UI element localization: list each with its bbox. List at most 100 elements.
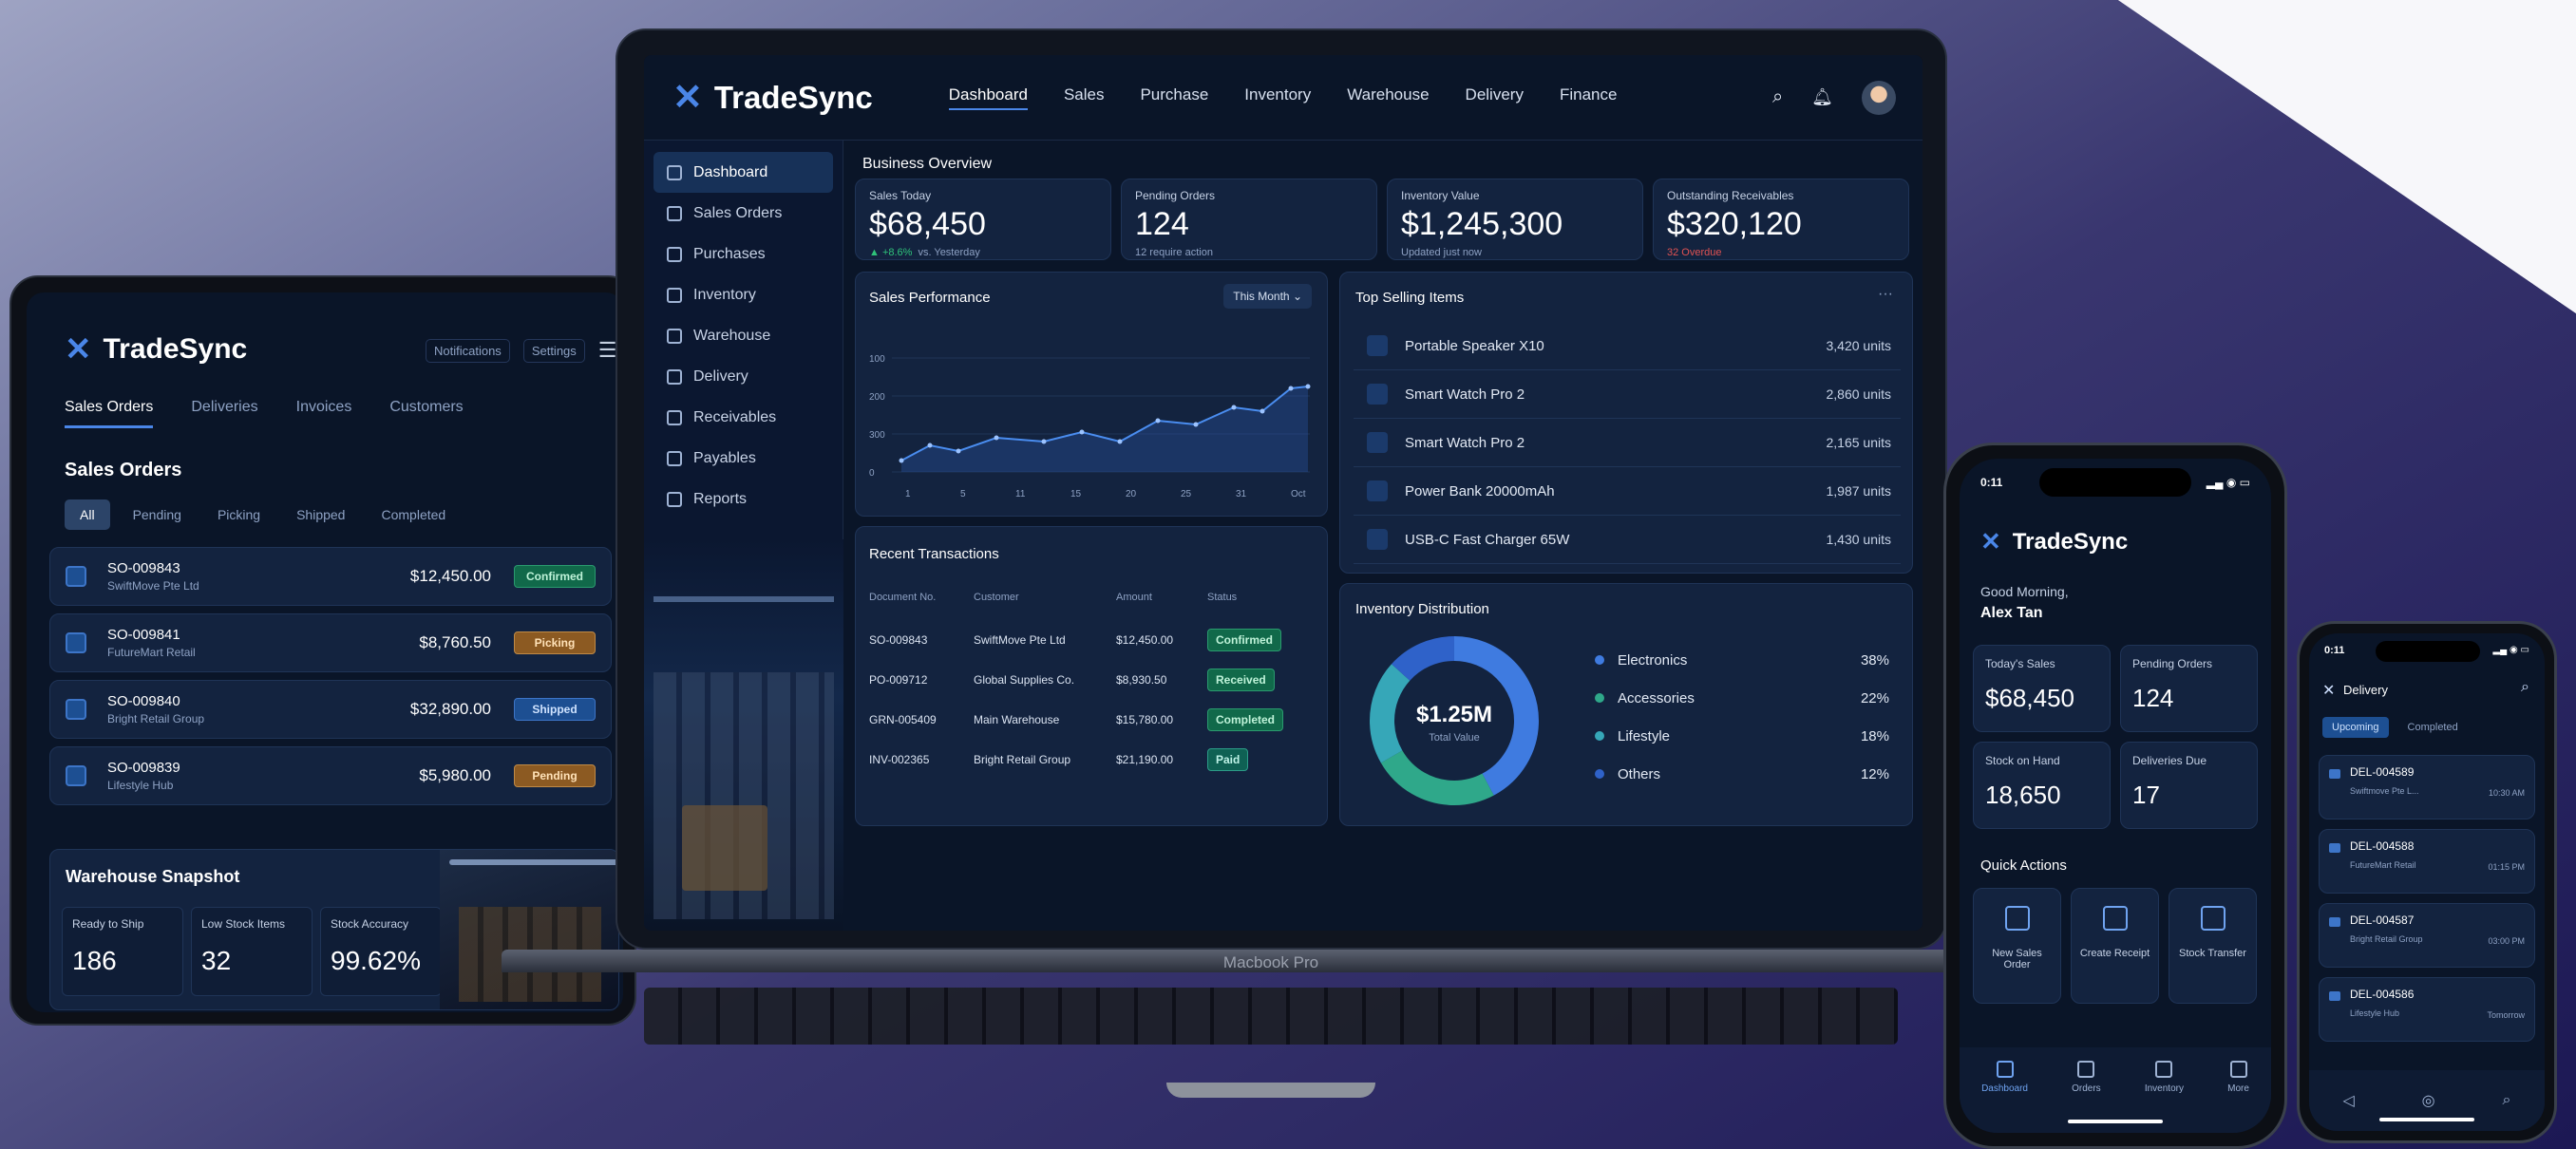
order-id: SO-009840: [107, 693, 180, 709]
notifications-button[interactable]: Notifications: [426, 338, 510, 363]
sidebar-item-label: Reports: [693, 490, 748, 507]
sidebar-item-payables[interactable]: Payables: [644, 438, 843, 479]
kpi-label: Pending Orders: [1135, 189, 1216, 202]
table-row[interactable]: SO-009843 SwiftMove Pte Ltd $12,450.00 Conf…: [869, 620, 1316, 660]
sidebar-item-receivables[interactable]: Receivables: [644, 397, 843, 438]
quick-action-label: Stock Transfer: [2179, 948, 2246, 959]
stat-value: 186: [72, 946, 117, 975]
nav-warehouse[interactable]: Warehouse: [1347, 85, 1429, 110]
sidebar-item-dashboard[interactable]: Dashboard: [653, 152, 833, 193]
area-fill: [901, 386, 1308, 472]
order-icon: [66, 566, 86, 587]
card-label: Today's Sales: [1985, 657, 2055, 670]
table-row[interactable]: INV-002365 Bright Retail Group $21,190.00 P…: [869, 740, 1316, 780]
watch-icon: [1367, 384, 1388, 405]
search-icon[interactable]: ⌕: [2503, 1092, 2511, 1109]
kpi-card: Pending Orders 124 12 require action: [1121, 179, 1377, 260]
delivery-item[interactable]: DEL-004587 Bright Retail Group 03:00 PM: [2319, 903, 2535, 968]
sidebar-item-label: Dashboard: [693, 163, 768, 180]
delivery-item[interactable]: DEL-004586 Lifestyle Hub Tomorrow: [2319, 977, 2535, 1042]
quick-action-cart[interactable]: New Sales Order: [1973, 888, 2061, 1004]
filter-completed[interactable]: Completed: [368, 499, 459, 530]
user-name: Alex Tan: [1980, 605, 2043, 621]
top-item-row[interactable]: Portable Speaker X10 3,420 units: [1354, 322, 1901, 370]
laptop-logo: ✕ TradeSync: [672, 78, 873, 118]
nav-purchase[interactable]: Purchase: [1140, 85, 1208, 110]
order-row[interactable]: SO-009840 Bright Retail Group $32,890.00 Sh…: [49, 680, 612, 739]
y-tick-label: 300: [869, 430, 885, 441]
kpi-value: $320,120: [1667, 206, 1802, 242]
cell-amount: $8,930.50: [1116, 673, 1167, 687]
tab-sales-orders[interactable]: Sales Orders: [65, 399, 154, 428]
order-row[interactable]: SO-009843 SwiftMove Pte Ltd $12,450.00 Conf…: [49, 547, 612, 606]
sidebar-item-purchases[interactable]: Purchases: [644, 234, 843, 274]
laptop-header: ✕ TradeSync Dashboard Sales Purchase Invent…: [644, 55, 1923, 141]
search-icon[interactable]: ⌕: [1772, 86, 1783, 108]
sidebar-item-warehouse[interactable]: Warehouse: [644, 315, 843, 356]
more-icon[interactable]: ···: [1878, 286, 1893, 303]
filter-pending[interactable]: Pending: [120, 499, 195, 530]
status-time: 0:11: [1980, 476, 2003, 489]
data-point: [994, 435, 999, 441]
filter-shipped[interactable]: Shipped: [283, 499, 358, 530]
order-row[interactable]: SO-009841 FutureMart Retail $8,760.50 Picki…: [49, 613, 612, 672]
status-badge: Shipped: [514, 698, 596, 721]
sidebar-item-reports[interactable]: Reports: [644, 479, 843, 519]
cart-icon: [2004, 906, 2030, 931]
status-badge: Completed: [1207, 708, 1284, 731]
delivery-item[interactable]: DEL-004588 FutureMart Retail 01:15 PM: [2319, 829, 2535, 894]
tab-dashboard[interactable]: Dashboard: [1981, 1061, 2028, 1133]
tab-more[interactable]: More: [2227, 1061, 2249, 1133]
nav-delivery[interactable]: Delivery: [1466, 85, 1524, 110]
kpi-card: Sales Today $68,450 ▲ +8.6% vs. Yesterday: [855, 179, 1111, 260]
tab-customers[interactable]: Customers: [389, 399, 463, 428]
kpi-label: Outstanding Receivables: [1667, 189, 1794, 202]
quick-action-receipt[interactable]: Create Receipt: [2071, 888, 2159, 1004]
top-item-row[interactable]: Smart Watch Pro 2 2,165 units: [1354, 419, 1901, 467]
recent-transactions-title: Recent Transactions: [869, 546, 999, 562]
nav-inventory[interactable]: Inventory: [1244, 85, 1311, 110]
quick-action-transfer[interactable]: Stock Transfer: [2169, 888, 2257, 1004]
filter-all[interactable]: All: [65, 499, 110, 530]
x-tick-label: 25: [1181, 489, 1192, 499]
nav-sales[interactable]: Sales: [1064, 85, 1105, 110]
tab-completed[interactable]: Completed: [2398, 717, 2468, 738]
order-row[interactable]: SO-009839 Lifestyle Hub $5,980.00 Pending: [49, 746, 612, 805]
home-icon[interactable]: ◎: [2422, 1091, 2435, 1110]
kpi-value: $68,450: [869, 206, 986, 242]
menu-icon[interactable]: ☰: [598, 338, 617, 363]
avatar[interactable]: [1862, 80, 1896, 115]
cell-customer: SwiftMove Pte Ltd: [974, 633, 1066, 647]
overview-title: Business Overview: [862, 156, 993, 172]
close-icon[interactable]: ✕: [2322, 681, 2335, 700]
tab-invoices[interactable]: Invoices: [296, 399, 352, 428]
table-row[interactable]: GRN-005409 Main Warehouse $15,780.00 Comple…: [869, 700, 1316, 740]
back-icon[interactable]: ◁: [2342, 1091, 2354, 1110]
filter-picking[interactable]: Picking: [204, 499, 274, 530]
nav-dashboard[interactable]: Dashboard: [948, 85, 1028, 110]
sidebar-item-sales-orders[interactable]: Sales Orders: [644, 193, 843, 234]
search-icon[interactable]: ⌕: [2521, 679, 2529, 696]
tab-deliveries[interactable]: Deliveries: [191, 399, 257, 428]
summary-card: Pending Orders 124: [2120, 645, 2258, 732]
data-point: [899, 458, 904, 463]
delivery-time: 01:15 PM: [2488, 862, 2525, 872]
sidebar-item-inventory[interactable]: Inventory: [644, 274, 843, 315]
y-tick-label: 100: [869, 354, 885, 365]
delivery-item[interactable]: DEL-004589 Swiftmove Pte L... 10:30 AM: [2319, 755, 2535, 819]
sidebar-item-delivery[interactable]: Delivery: [644, 356, 843, 397]
tablet-logo: ✕ TradeSync: [65, 331, 248, 367]
legend-label: Electronics: [1618, 651, 1688, 669]
top-item-row[interactable]: USB-C Fast Charger 65W 1,430 units: [1354, 516, 1901, 564]
settings-button[interactable]: Settings: [522, 338, 585, 363]
bell-icon[interactable]: 🔔︎: [1811, 87, 1833, 107]
column-header: Document No.: [869, 592, 937, 603]
period-dropdown[interactable]: This Month ⌄: [1223, 284, 1312, 309]
section-title: Sales Orders: [65, 460, 182, 480]
table-row[interactable]: PO-009712 Global Supplies Co. $8,930.50 Rec…: [869, 660, 1316, 700]
top-item-row[interactable]: Smart Watch Pro 2 2,860 units: [1354, 370, 1901, 419]
top-item-row[interactable]: Power Bank 20000mAh 1,987 units: [1354, 467, 1901, 516]
nav-finance[interactable]: Finance: [1560, 85, 1617, 110]
tab-upcoming[interactable]: Upcoming: [2322, 717, 2389, 738]
speaker-icon: [1367, 335, 1388, 356]
